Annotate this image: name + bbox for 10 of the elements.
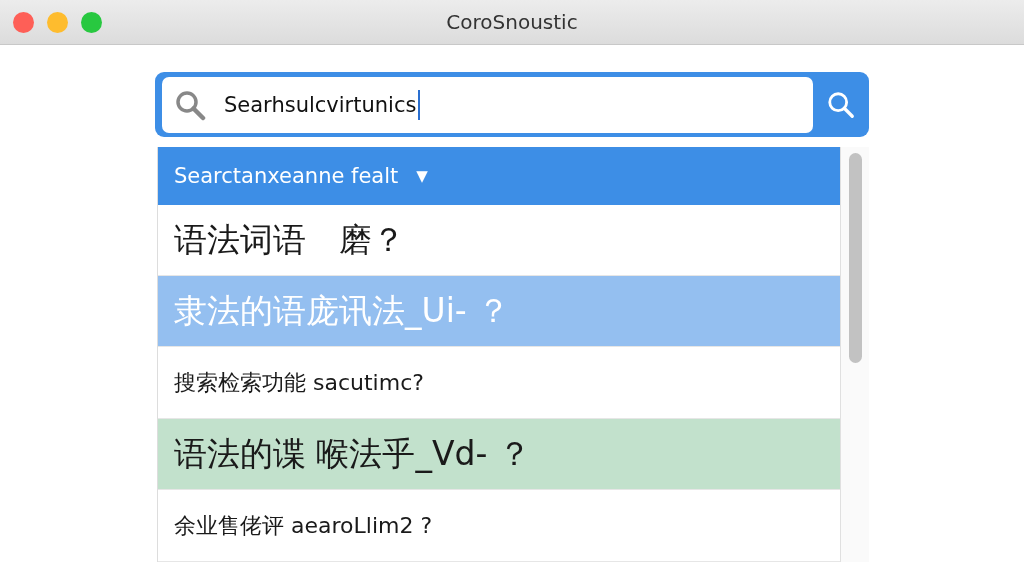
search-icon bbox=[826, 89, 856, 120]
scrollbar-thumb[interactable] bbox=[848, 153, 862, 363]
minimize-button[interactable] bbox=[47, 12, 68, 33]
scrollbar[interactable] bbox=[840, 147, 869, 562]
search-icon bbox=[174, 88, 206, 121]
window-title: CoroSnoustic bbox=[446, 10, 578, 34]
result-row[interactable]: 语法的谍 喉法乎_Vd- ？ bbox=[158, 419, 840, 490]
zoom-button[interactable] bbox=[81, 12, 102, 33]
search-field[interactable]: Searhsulcvirtunics bbox=[162, 76, 813, 133]
close-button[interactable] bbox=[13, 12, 34, 33]
